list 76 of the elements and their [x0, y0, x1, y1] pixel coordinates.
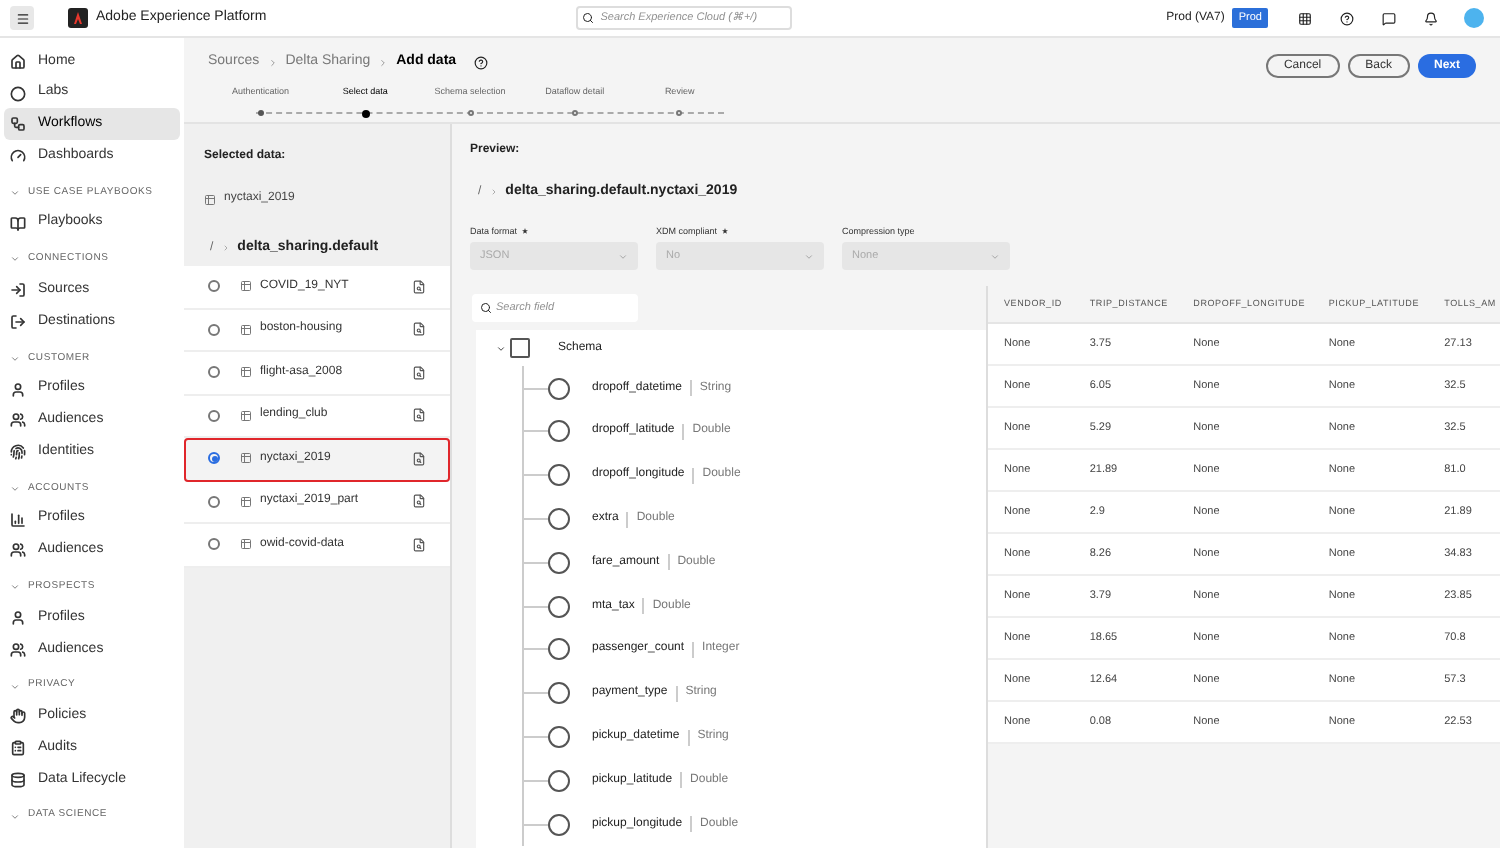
field-radio[interactable] [548, 813, 570, 836]
field-radio[interactable] [548, 464, 570, 487]
radio-button[interactable] [208, 323, 220, 336]
field-radio[interactable] [548, 420, 570, 443]
chart-icon [10, 511, 26, 528]
preview-icon[interactable] [412, 494, 426, 509]
login-icon [10, 282, 26, 299]
radio-button[interactable] [208, 538, 220, 551]
field-radio[interactable] [548, 377, 570, 400]
required-icon [721, 228, 728, 235]
radio-button[interactable] [208, 452, 220, 465]
chevron-icon [378, 57, 389, 67]
table-icon [240, 409, 252, 422]
preview-icon[interactable] [412, 408, 426, 423]
field-radio[interactable] [548, 638, 570, 661]
field-radio[interactable] [548, 595, 570, 618]
workflow-icon [10, 116, 26, 133]
table-icon [240, 366, 252, 379]
app-logo-icon [68, 8, 88, 28]
feedback-icon[interactable] [1382, 11, 1396, 25]
radio-button[interactable] [208, 280, 220, 293]
preview-icon[interactable] [412, 279, 426, 294]
hand-icon [10, 708, 26, 725]
notifications-icon[interactable] [1424, 11, 1438, 25]
radio-button[interactable] [208, 366, 220, 379]
chevron-icon [10, 582, 20, 593]
people-icon [10, 641, 26, 658]
chevron-icon [618, 251, 628, 262]
radio-button[interactable] [208, 495, 220, 508]
search-icon [480, 302, 492, 315]
search-icon [582, 12, 595, 24]
table-icon [240, 452, 252, 465]
people-icon [10, 542, 26, 559]
help-icon[interactable] [474, 55, 489, 69]
field-radio[interactable] [548, 726, 570, 749]
apps-icon[interactable] [1298, 11, 1312, 25]
field-radio[interactable] [548, 551, 570, 574]
book-icon [10, 215, 26, 232]
database-icon [10, 771, 26, 788]
chevron-icon[interactable] [494, 342, 506, 355]
chevron-icon [804, 251, 814, 262]
menu-icon [15, 11, 29, 25]
home-icon [10, 53, 26, 70]
table-icon [240, 323, 252, 336]
chevron-icon [990, 251, 1000, 262]
table-icon [204, 193, 216, 205]
chevron-icon [10, 811, 20, 822]
gauge-icon [10, 147, 26, 164]
chevron-icon [10, 483, 20, 494]
chevron-icon [10, 254, 20, 265]
fingerprint-icon [10, 444, 26, 461]
person-icon [10, 610, 26, 627]
field-radio[interactable] [548, 508, 570, 531]
people-icon [10, 412, 26, 429]
table-icon [240, 495, 252, 508]
preview-icon[interactable] [412, 365, 426, 380]
checkbox[interactable] [510, 338, 530, 359]
help-icon[interactable] [1340, 11, 1354, 25]
preview-icon[interactable] [412, 322, 426, 337]
field-radio[interactable] [548, 769, 570, 792]
chevron-icon [10, 187, 20, 198]
person-icon [10, 381, 26, 398]
preview-icon[interactable] [412, 537, 426, 552]
preview-icon[interactable] [412, 451, 426, 466]
table-icon [240, 280, 252, 293]
chevron-icon [267, 57, 278, 67]
radio-button[interactable] [208, 409, 220, 422]
field-radio[interactable] [548, 682, 570, 705]
clipboard-icon [10, 740, 26, 757]
required-icon [521, 228, 528, 235]
chevron-icon [10, 353, 20, 364]
logout-icon [10, 313, 26, 330]
chevron-icon [10, 681, 20, 692]
menu-button[interactable] [10, 6, 34, 30]
table-icon [240, 538, 252, 551]
circle-icon [10, 85, 26, 102]
